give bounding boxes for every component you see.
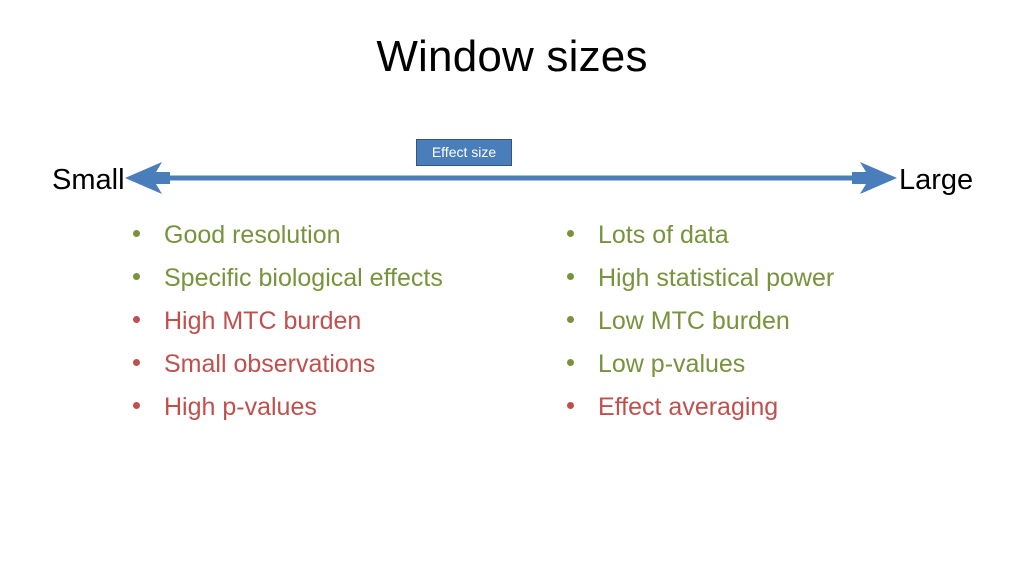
list-item: Low p-values — [567, 347, 987, 390]
axis-label-small: Small — [52, 164, 125, 196]
list-item: Effect averaging — [567, 390, 987, 433]
list-item-label: Low MTC burden — [598, 307, 790, 335]
bullet-dot-icon — [133, 230, 140, 237]
slide-canvas: Window sizes Effect size Small Large Goo… — [0, 0, 1024, 576]
list-item: Good resolution — [133, 218, 553, 261]
bullet-dot-icon — [133, 402, 140, 409]
list-item-label: Low p-values — [598, 350, 746, 378]
bullet-dot-icon — [567, 402, 574, 409]
list-item-label: Specific biological effects — [164, 264, 443, 292]
list-item: Low MTC burden — [567, 304, 987, 347]
list-item: Lots of data — [567, 218, 987, 261]
bullet-columns: Good resolution Specific biological effe… — [0, 218, 1024, 438]
bullet-dot-icon — [567, 359, 574, 366]
list-item-label: Lots of data — [598, 221, 729, 249]
page-title: Window sizes — [376, 32, 648, 81]
list-item: High statistical power — [567, 261, 987, 304]
bullet-dot-icon — [133, 359, 140, 366]
list-item-label: High statistical power — [598, 264, 835, 292]
bullet-column-right: Lots of data High statistical power Low … — [567, 218, 987, 433]
bullet-dot-icon — [567, 230, 574, 237]
axis-label-large: Large — [899, 164, 974, 196]
double-headed-arrow — [118, 155, 904, 201]
list-item: Small observations — [133, 347, 553, 390]
list-item-label: Small observations — [164, 350, 376, 378]
bullet-dot-icon — [133, 273, 140, 280]
double-arrow-icon — [125, 162, 897, 194]
bullet-dot-icon — [133, 316, 140, 323]
list-item-label: Effect averaging — [598, 393, 779, 421]
list-item-label: Good resolution — [164, 221, 341, 249]
list-item-label: High p-values — [164, 393, 317, 421]
bullet-dot-icon — [567, 273, 574, 280]
list-item-label: High MTC burden — [164, 307, 362, 335]
list-item: High p-values — [133, 390, 553, 433]
bullet-dot-icon — [567, 316, 574, 323]
bullet-column-left: Good resolution Specific biological effe… — [133, 218, 553, 433]
list-item: High MTC burden — [133, 304, 553, 347]
list-item: Specific biological effects — [133, 261, 553, 304]
